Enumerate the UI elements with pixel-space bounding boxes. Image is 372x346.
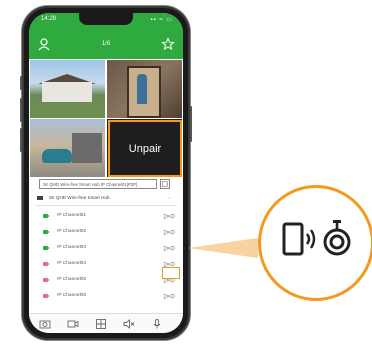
chevron-down-icon[interactable]: ⌵ [168, 193, 171, 203]
zoom-circle [258, 185, 372, 301]
page-indicator: 1/6 [101, 41, 111, 47]
garage-image [72, 133, 102, 163]
channel-label: IP Channel04 [57, 261, 86, 266]
camera-icon [43, 230, 50, 234]
zoom-callout [188, 238, 258, 258]
hub-icon [37, 196, 43, 200]
unpair-label: Unpair [108, 120, 182, 177]
camera-tile-1[interactable] [30, 60, 105, 118]
pair-large-icon [282, 220, 351, 256]
fullscreen-icon[interactable] [160, 179, 170, 189]
pair-icon[interactable]: ▯»⊙ [163, 229, 175, 236]
channel-row-2[interactable]: IP Channel02 ▯»⊙ [35, 226, 177, 240]
camera-icon [43, 214, 50, 218]
live-view-grid: Unpair [30, 60, 182, 177]
channel-row-6[interactable]: IP Channel06 ▯»⊙ [35, 290, 177, 304]
hub-group-label: 2K QHD Wire-free Smart Hub [49, 195, 110, 200]
record-icon[interactable] [67, 319, 79, 329]
volume-up-button [20, 98, 22, 122]
channel-row-1[interactable]: IP Channel01 ▯»⊙ [35, 210, 177, 224]
pair-icon[interactable]: ▯»⊙ [163, 213, 175, 220]
channel-label: IP Channel02 [57, 229, 86, 234]
channel-row-4[interactable]: IP Channel04 ▯»⊙ [35, 258, 177, 272]
channel-label: IP Channel05 [57, 277, 86, 282]
channel-label: IP Channel03 [57, 245, 86, 250]
camera-tile-3[interactable] [30, 119, 105, 177]
camera-icon [43, 246, 50, 250]
volume-down-button [20, 128, 22, 152]
person-image [137, 74, 147, 104]
mute-icon[interactable] [123, 319, 135, 329]
camera-tile-2[interactable] [107, 60, 182, 118]
star-icon[interactable] [161, 37, 175, 51]
pair-icon[interactable]: ▯»⊙ [163, 245, 175, 252]
power-button [190, 106, 192, 142]
channel-label: IP Channel01 [57, 213, 86, 218]
channel-row-3[interactable]: IP Channel03 ▯»⊙ [35, 242, 177, 256]
channel-row-5[interactable]: IP Channel05 ▯»⊙ [35, 274, 177, 288]
app-screen: 14:28 ▪▪ ≈ ▭ 1/6 Unpair 2K QHD Wire-free… [29, 13, 183, 333]
notch [79, 13, 133, 25]
camera-icon [43, 262, 50, 266]
grid-layout-icon[interactable] [95, 319, 107, 329]
pair-icon-highlight [162, 267, 180, 279]
silent-switch [20, 76, 22, 90]
car-image [42, 149, 72, 163]
bottom-toolbar [29, 313, 183, 333]
channel-label: IP Channel06 [57, 293, 86, 298]
camera-icon [43, 294, 50, 298]
pair-icon[interactable]: ▯»⊙ [163, 293, 175, 300]
status-icons: ▪▪ ≈ ▭ [150, 17, 173, 23]
hub-channel-bar[interactable]: 2K QHD Wire-free Smart Hub IP Channel01[… [39, 179, 157, 189]
camera-icon [43, 278, 50, 282]
phone-frame: 14:28 ▪▪ ≈ ▭ 1/6 Unpair 2K QHD Wire-free… [20, 6, 192, 340]
divider [35, 205, 177, 206]
snapshot-icon[interactable] [39, 319, 51, 329]
status-time: 14:28 [41, 16, 57, 22]
camera-tile-4[interactable]: Unpair [107, 119, 182, 177]
microphone-icon[interactable] [151, 319, 163, 329]
hub-group-header[interactable]: 2K QHD Wire-free Smart Hub ⌵ [35, 193, 175, 203]
house-image [42, 82, 92, 102]
